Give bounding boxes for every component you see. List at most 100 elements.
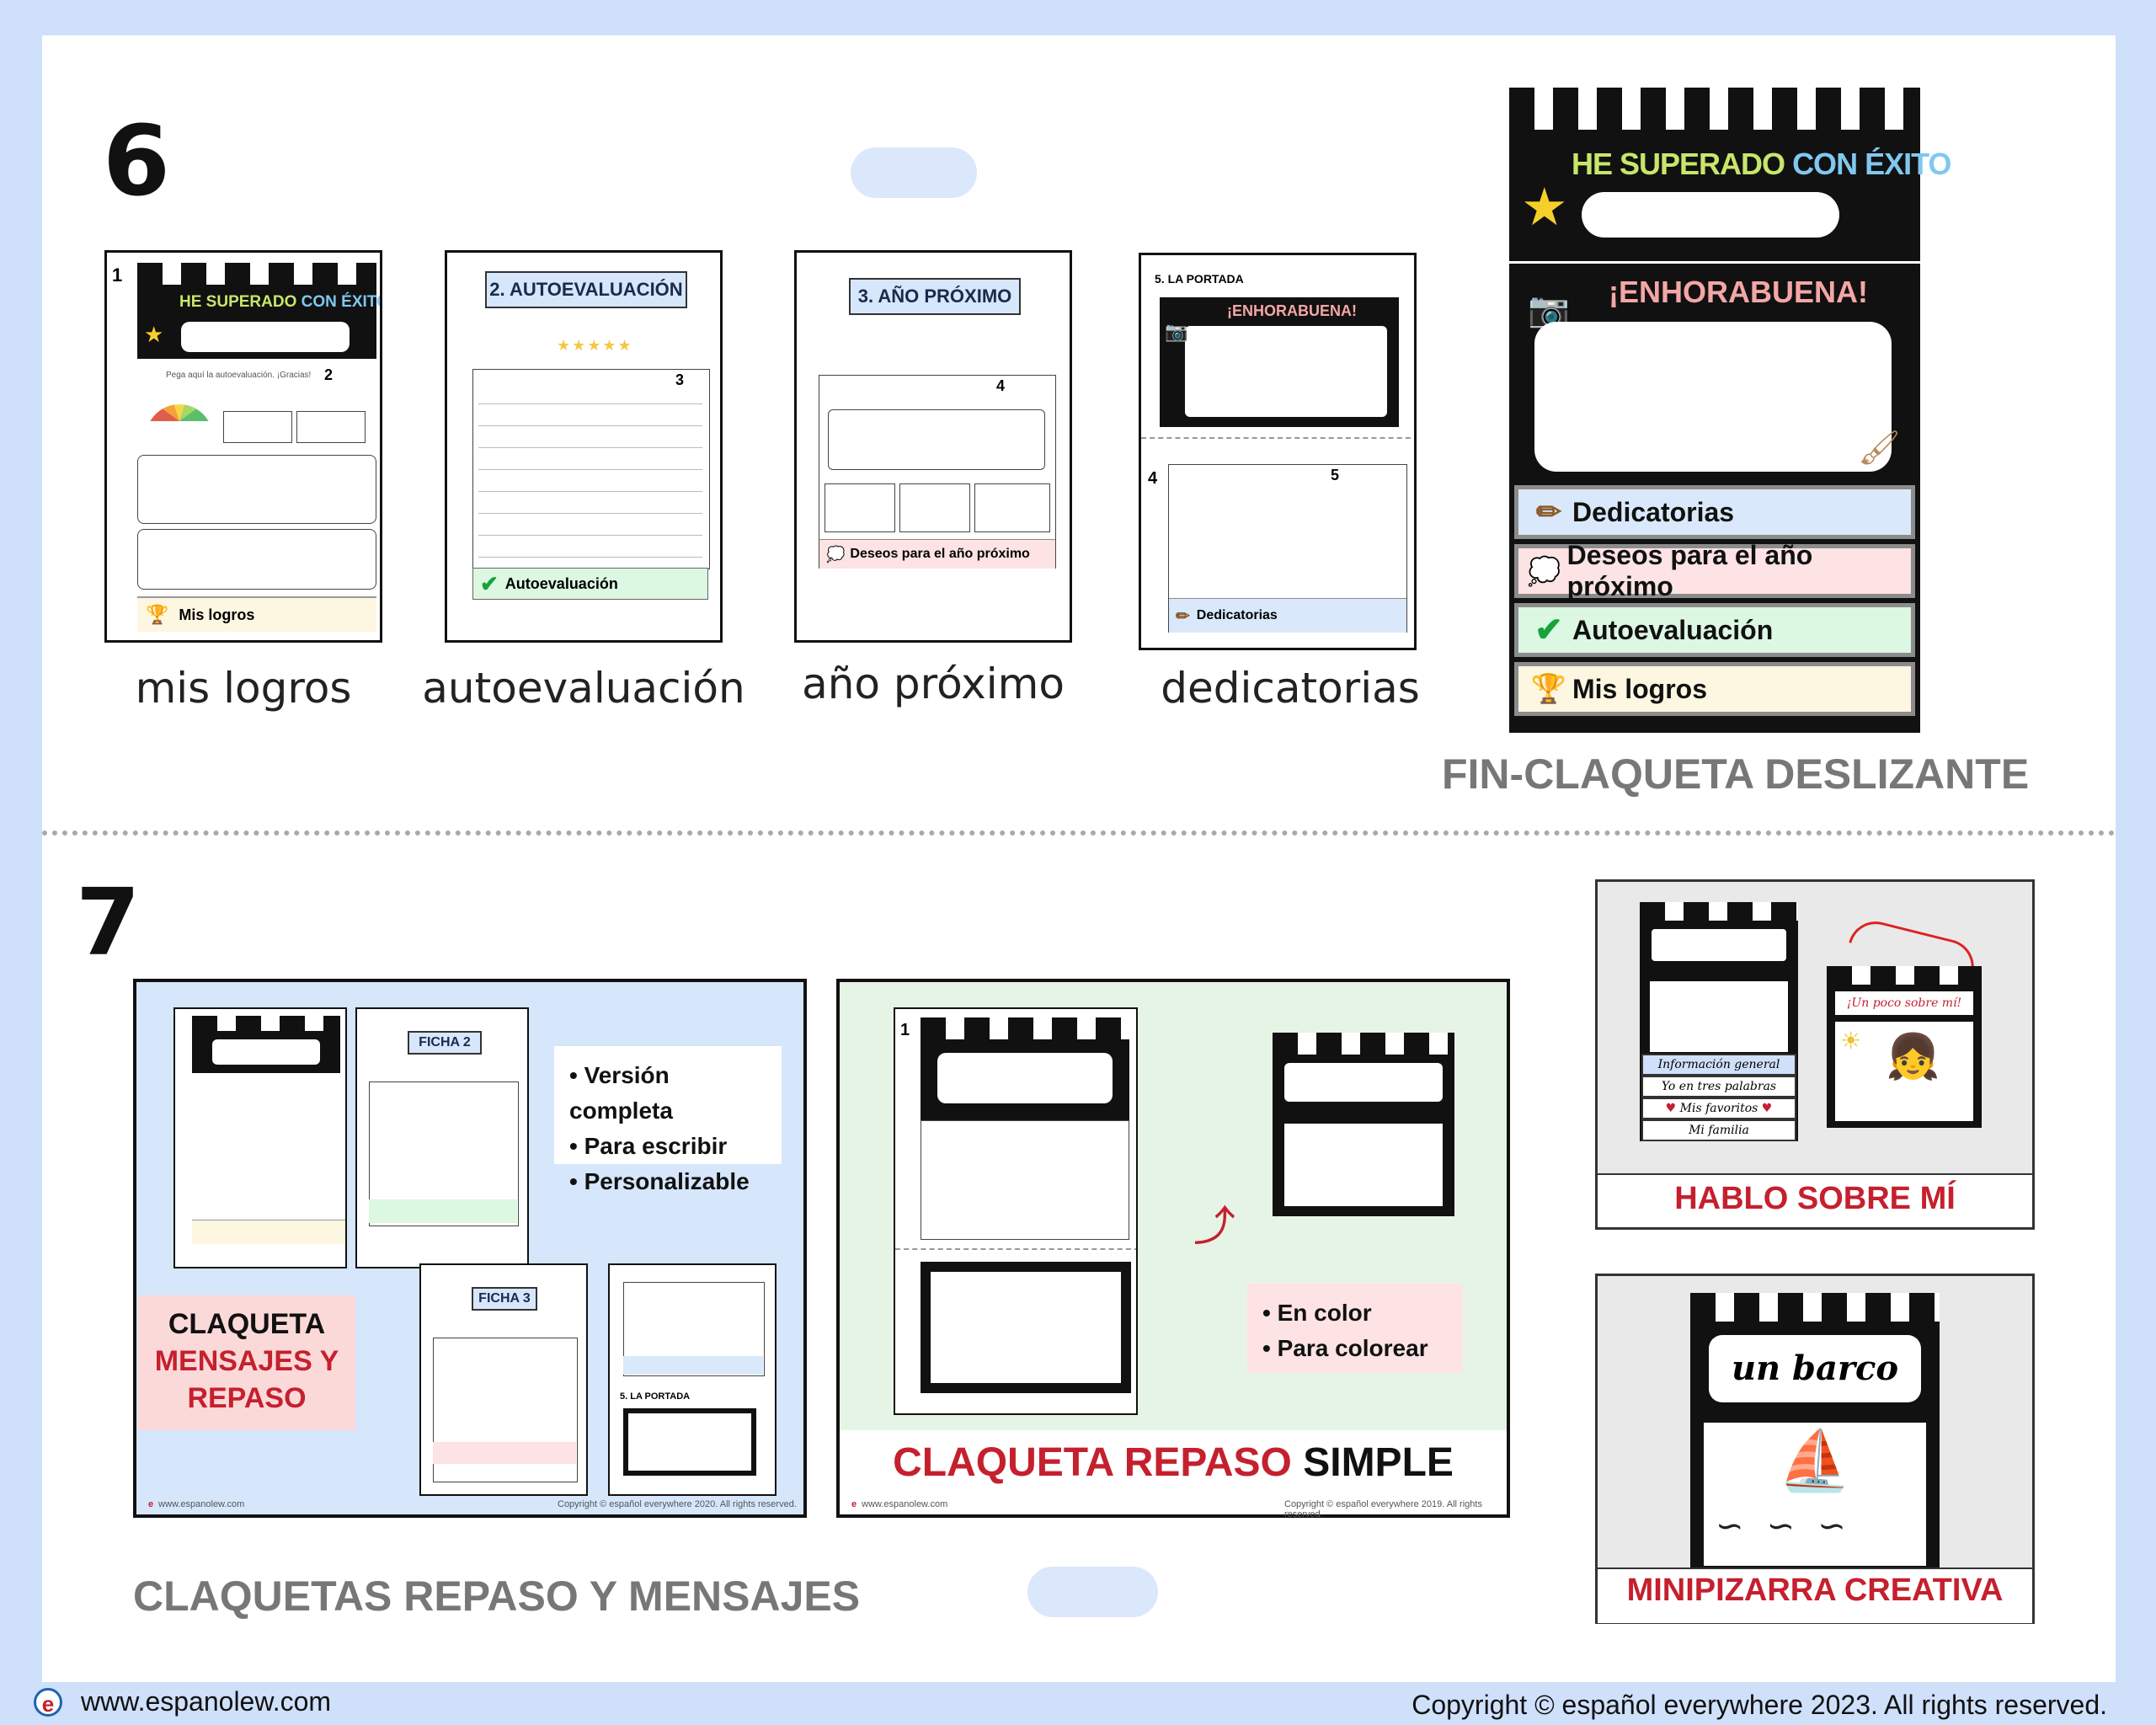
logo-icon: e — [851, 1499, 857, 1509]
waves-drawing: ∽ ∽ ∽ — [1716, 1508, 1853, 1545]
boat-drawing-icon: ⛵ — [1778, 1428, 1852, 1493]
name-box — [1582, 192, 1839, 238]
cloud-decoration — [851, 147, 977, 198]
head-a: HE SUPERADO — [1572, 147, 1785, 181]
thumbnail-ano-proximo[interactable]: 3. AÑO PRÓXIMO 4 💭 Deseos para el año pró… — [794, 250, 1072, 643]
banner-text: ¡ENHORABUENA! — [1227, 302, 1357, 319]
photo-caption: HABLO SOBRE MÍ — [1598, 1173, 2032, 1216]
tab-mis-logros[interactable]: 🏆 Mis logros — [1514, 662, 1915, 716]
photo-hablo-sobre-mi[interactable]: Información general Yo en tres palabras … — [1595, 879, 2035, 1230]
section7-title: CLAQUETAS REPASO Y MENSAJES — [133, 1573, 861, 1620]
sheet-title: 3. AÑO PRÓXIMO — [849, 278, 1021, 315]
wish-box: 4 💭 Deseos para el año próximo — [819, 375, 1056, 569]
box-mayor-evolucion — [296, 411, 366, 443]
girl-drawing-icon: 👧 — [1886, 1033, 1940, 1081]
tab-label: Autoevaluación — [1572, 614, 1774, 645]
side-number: 4 — [1148, 469, 1158, 488]
footer-copyright: Copyright © español everywhere 2023. All… — [1412, 1690, 2107, 1720]
footer-tab: ✔ Autoevaluación — [472, 568, 708, 600]
sheet-title: 2. AUTOEVALUACIÓN — [485, 271, 687, 308]
box-mejor-trabajo — [223, 411, 292, 443]
feature-item: • En color — [1262, 1300, 1372, 1326]
tab-label: Mi familia — [1641, 1119, 1796, 1141]
name-box — [181, 322, 350, 352]
caption-autoevaluacion: autoevaluación — [422, 664, 745, 713]
thumbnail-autoevaluacion[interactable]: 2. AUTOEVALUACIÓN ★★★★★ 3 ✔ Autoevaluació… — [445, 250, 723, 643]
portada-title: 5. LA PORTADA — [620, 1391, 691, 1402]
photo-caption: MINIPIZARRA CREATIVA — [1598, 1567, 2032, 1623]
ficha-3-title: FICHA 3 — [472, 1287, 537, 1311]
label-claqueta-mensajes: CLAQUETA MENSAJES Y REPASO — [138, 1295, 355, 1430]
cloud-decoration — [1027, 1567, 1158, 1617]
sheet-portada: 5. LA PORTADA — [608, 1263, 776, 1496]
sheet-number: 1 — [112, 264, 123, 286]
photo-minipizarra[interactable]: un barco ⛵ ∽ ∽ ∽ MINIPIZARRA CREATIVA — [1595, 1274, 2035, 1624]
footer-tab: 🏆 Mis logros — [137, 596, 376, 632]
tab-label: Deseos para el año próximo — [1566, 540, 1813, 601]
star-icon: ★ — [1521, 179, 1568, 237]
section-number-7: 7 — [76, 868, 141, 976]
feature-item: • Para escribir — [569, 1133, 728, 1159]
badge-number: 5 — [1331, 467, 1340, 483]
feature-item: • Versión completa — [569, 1062, 673, 1124]
footer-tab: ✏ Dedicatorias — [1169, 598, 1406, 633]
ribbon-icon — [1849, 916, 1980, 974]
ficha-2-title: FICHA 2 — [408, 1031, 482, 1055]
panel-copyright: Copyright © español everywhere 2020. All… — [558, 1499, 797, 1509]
message-box — [1534, 322, 1892, 472]
checkmark-icon: ✔ — [480, 570, 499, 596]
tab-label: Dedicatorias — [1572, 496, 1735, 527]
caption-dedicatorias: dedicatorias — [1161, 664, 1420, 713]
panel2-title: CLAQUETA REPASO SIMPLE — [893, 1440, 1454, 1485]
question-box-2 — [137, 529, 376, 590]
feature-item: • Personalizable — [569, 1168, 750, 1194]
section-number-6: 6 — [103, 105, 171, 218]
sign-text: ¡Un poco sobre mí! — [1835, 991, 1973, 1015]
panel-claqueta-simple[interactable]: 1 ⤴ • En color • Para colorear CLAQUETA … — [836, 979, 1510, 1519]
star-icon: ★ — [144, 322, 164, 347]
tab-deseos[interactable]: 💭 Deseos para el año próximo — [1514, 540, 1915, 601]
section-divider — [42, 830, 2116, 836]
arrow-icon: ⤴ — [1193, 1203, 1235, 1250]
tab-label: Mis logros — [1572, 673, 1708, 704]
head-b: CON ÉXITO — [1792, 147, 1951, 181]
board-text: un barco — [1709, 1335, 1921, 1402]
trophy-icon: 🏆 — [1530, 673, 1567, 705]
feature-item: • Para colorear — [1262, 1335, 1428, 1361]
camera-icon: 📷 — [1165, 321, 1188, 342]
sheet-title: 5. LA PORTADA — [1155, 272, 1244, 286]
thought-bubble-icon: 💭 — [826, 545, 846, 563]
panel-claqueta-mensajes[interactable]: FICHA 2 • Versión completa • Para escrib… — [133, 979, 807, 1518]
feature-list: • Versión completa • Para escribir • Per… — [554, 1046, 782, 1194]
panel-site: e www.espanolew.com — [851, 1499, 948, 1509]
brush-icon: 🖌 — [1858, 430, 1901, 467]
head-b: CON ÉXITO — [301, 293, 382, 311]
footer-label: Deseos para el año próximo — [850, 547, 1030, 561]
footer-label: Dedicatorias — [1196, 608, 1278, 622]
gauge-icon — [146, 404, 213, 438]
paste-note: Pega aquí la autoevaluación. ¡Gracias! — [166, 371, 312, 380]
panel-site: e www.espanolew.com — [148, 1499, 245, 1509]
tab-favoritos: ♥ Mis favoritos ♥ — [1641, 1097, 1796, 1119]
footer-website[interactable]: e www.espanolew.com — [34, 1686, 331, 1717]
dedication-box: 5 ✏ Dedicatorias — [1168, 464, 1407, 633]
pencil-icon: ✏ — [1535, 494, 1562, 529]
head-a: HE SUPERADO — [179, 293, 297, 311]
sheet-ficha-2: FICHA 2 — [355, 1007, 529, 1268]
thought-bubble-icon: 💭 — [1527, 556, 1561, 586]
claqueta-deslizante[interactable]: HE SUPERADO CON ÉXITO ★ ¡ENHORABUENA! 📷 … — [1509, 88, 1951, 733]
tab-label: Información general — [1641, 1054, 1796, 1076]
website-link[interactable]: www.espanolew.com — [81, 1686, 331, 1717]
logo-icon: e — [34, 1687, 62, 1717]
footer-label: Autoevaluación — [504, 574, 618, 592]
badge-number: 4 — [996, 377, 1006, 394]
footer-tab: 💭 Deseos para el año próximo — [819, 539, 1055, 569]
tab-dedicatorias[interactable]: ✏ Dedicatorias — [1514, 485, 1915, 539]
sun-icon: ☀ — [1840, 1028, 1862, 1054]
thumbnail-mis-logros[interactable]: 1 HE SUPERADO CON ÉXITO ★ Pega aquí la a… — [104, 250, 382, 643]
question-box-1 — [137, 455, 376, 524]
badge-number: 3 — [675, 371, 685, 388]
thumbnail-dedicatorias[interactable]: 5. LA PORTADA ¡ENHORABUENA! 📷 4 5 ✏ Dedic… — [1139, 253, 1417, 650]
tab-autoevaluacion[interactable]: ✔ Autoevaluación — [1514, 603, 1915, 657]
clapper-board: HE SUPERADO CON ÉXITO ★ — [137, 285, 380, 359]
